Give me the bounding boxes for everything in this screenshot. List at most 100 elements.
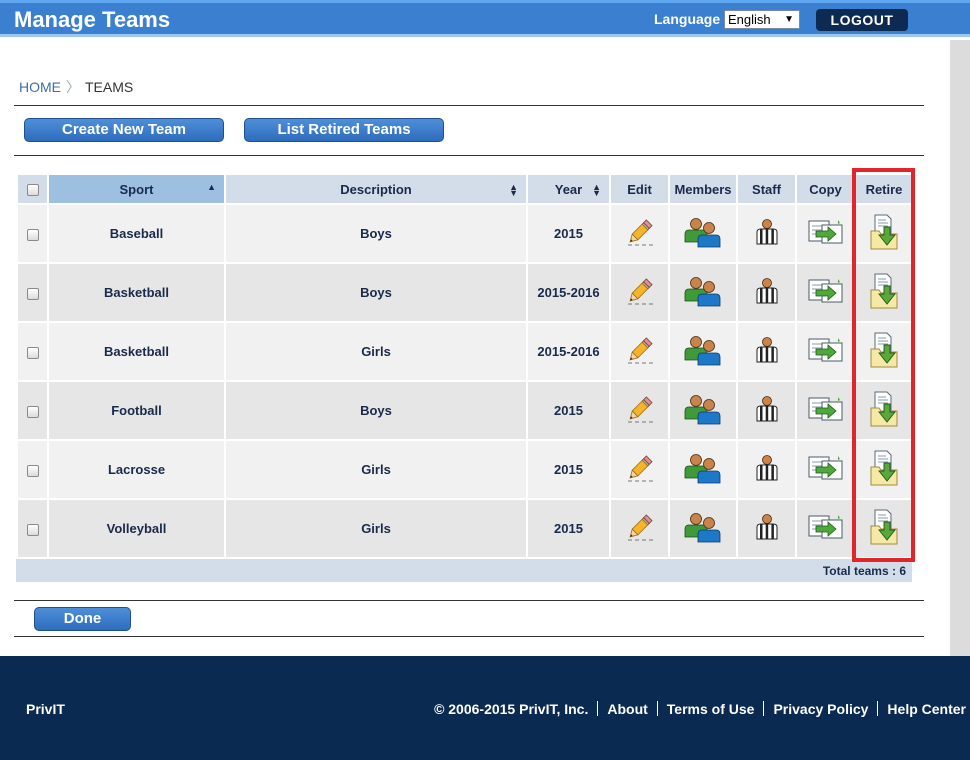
row-select-cell	[16, 262, 49, 323]
column-header-copy: Copy	[795, 173, 856, 205]
divider	[14, 155, 924, 156]
people-icon[interactable]	[683, 452, 723, 487]
select-all-checkbox[interactable]	[26, 184, 39, 197]
people-icon[interactable]	[683, 511, 723, 546]
cell-members	[668, 203, 738, 264]
row-select-cell	[16, 321, 49, 382]
footer-links: © 2006-2015 PrivIT, Inc. About Terms of Us…	[434, 701, 966, 717]
cell-sport: Baseball	[47, 203, 226, 264]
referee-icon[interactable]	[753, 336, 781, 367]
row-checkbox[interactable]	[26, 228, 39, 241]
footer-link-privacy[interactable]: Privacy Policy	[773, 701, 868, 717]
cell-year: 2015	[526, 439, 611, 500]
row-checkbox[interactable]	[26, 405, 39, 418]
cell-year: 2015-2016	[526, 321, 611, 382]
table-footer: Total teams : 6	[16, 559, 912, 582]
row-select-cell	[16, 498, 49, 559]
referee-icon[interactable]	[753, 513, 781, 544]
pencil-icon[interactable]	[625, 394, 655, 427]
top-bar: Manage Teams Language English ▼ LOGOUT	[0, 0, 970, 37]
cell-sport: Volleyball	[47, 498, 226, 559]
cell-staff	[736, 380, 797, 441]
row-select-cell	[16, 439, 49, 500]
cell-members	[668, 380, 738, 441]
language-select[interactable]: English ▼	[724, 10, 800, 29]
pencil-icon[interactable]	[625, 453, 655, 486]
divider	[597, 701, 599, 716]
people-icon[interactable]	[683, 216, 723, 251]
cell-edit	[609, 262, 670, 323]
cell-year: 2015-2016	[526, 262, 611, 323]
column-header-description[interactable]: Description ▲ ▼	[224, 173, 528, 205]
people-icon[interactable]	[683, 393, 723, 428]
cell-edit	[609, 439, 670, 500]
row-checkbox[interactable]	[26, 287, 39, 300]
cell-edit	[609, 498, 670, 559]
cell-members	[668, 439, 738, 500]
language-label: Language	[654, 11, 721, 27]
pencil-icon[interactable]	[625, 276, 655, 309]
cell-staff	[736, 262, 797, 323]
referee-icon[interactable]	[753, 218, 781, 249]
row-checkbox[interactable]	[26, 523, 39, 536]
column-label: Year	[554, 181, 583, 197]
referee-icon[interactable]	[753, 454, 781, 485]
cell-sport: Lacrosse	[47, 439, 226, 500]
cell-sport: Basketball	[47, 262, 226, 323]
column-header-staff: Staff	[736, 173, 797, 205]
copy-icon[interactable]	[808, 337, 844, 366]
logout-button[interactable]: LOGOUT	[816, 9, 908, 31]
chevron-down-icon: ▼	[784, 14, 794, 25]
table-row: Volleyball Girls 2015	[16, 498, 914, 559]
row-checkbox[interactable]	[26, 464, 39, 477]
done-button[interactable]: Done	[34, 607, 131, 631]
sort-arrows-icon: ▲ ▼	[509, 182, 518, 198]
table-row: Football Boys 2015	[16, 380, 914, 441]
list-retired-teams-button[interactable]: List Retired Teams	[244, 118, 444, 142]
page-title: Manage Teams	[14, 7, 171, 32]
column-header-year[interactable]: Year ▲ ▼	[526, 173, 611, 205]
cell-copy	[795, 321, 856, 382]
footer-link-help[interactable]: Help Center	[887, 701, 966, 717]
cell-members	[668, 262, 738, 323]
table-row: Lacrosse Girls 2015	[16, 439, 914, 500]
cell-members	[668, 321, 738, 382]
footer-link-about[interactable]: About	[607, 701, 647, 717]
cell-staff	[736, 321, 797, 382]
cell-edit	[609, 380, 670, 441]
breadcrumb-separator-icon: 〉	[66, 79, 80, 95]
column-label: Description	[340, 181, 412, 197]
footer-brand: PrivIT	[26, 701, 65, 717]
cell-edit	[609, 203, 670, 264]
table-body: Baseball Boys 2015 Basketball Boys 2015-…	[16, 203, 914, 559]
pencil-icon[interactable]	[625, 217, 655, 250]
people-icon[interactable]	[683, 275, 723, 310]
copy-icon[interactable]	[808, 219, 844, 248]
copy-icon[interactable]	[808, 278, 844, 307]
divider	[877, 701, 879, 716]
footer-link-terms[interactable]: Terms of Use	[667, 701, 755, 717]
language-value: English	[728, 12, 771, 27]
copy-icon[interactable]	[808, 455, 844, 484]
divider	[14, 636, 924, 637]
referee-icon[interactable]	[753, 277, 781, 308]
cell-year: 2015	[526, 498, 611, 559]
cell-staff	[736, 203, 797, 264]
pencil-icon[interactable]	[625, 335, 655, 368]
column-header-members: Members	[668, 173, 738, 205]
table-row: Baseball Boys 2015	[16, 203, 914, 264]
people-icon[interactable]	[683, 334, 723, 369]
copy-icon[interactable]	[808, 514, 844, 543]
sort-arrows-icon: ▲ ▼	[592, 182, 601, 198]
divider	[14, 600, 924, 601]
breadcrumb-home[interactable]: HOME	[19, 79, 61, 95]
total-teams-count: Total teams : 6	[822, 564, 906, 578]
create-team-button[interactable]: Create New Team	[24, 118, 224, 142]
pencil-icon[interactable]	[625, 512, 655, 545]
row-checkbox[interactable]	[26, 346, 39, 359]
divider	[14, 105, 924, 106]
column-header-sport[interactable]: Sport ▲	[47, 173, 226, 205]
referee-icon[interactable]	[753, 395, 781, 426]
divider	[656, 701, 658, 716]
copy-icon[interactable]	[808, 396, 844, 425]
